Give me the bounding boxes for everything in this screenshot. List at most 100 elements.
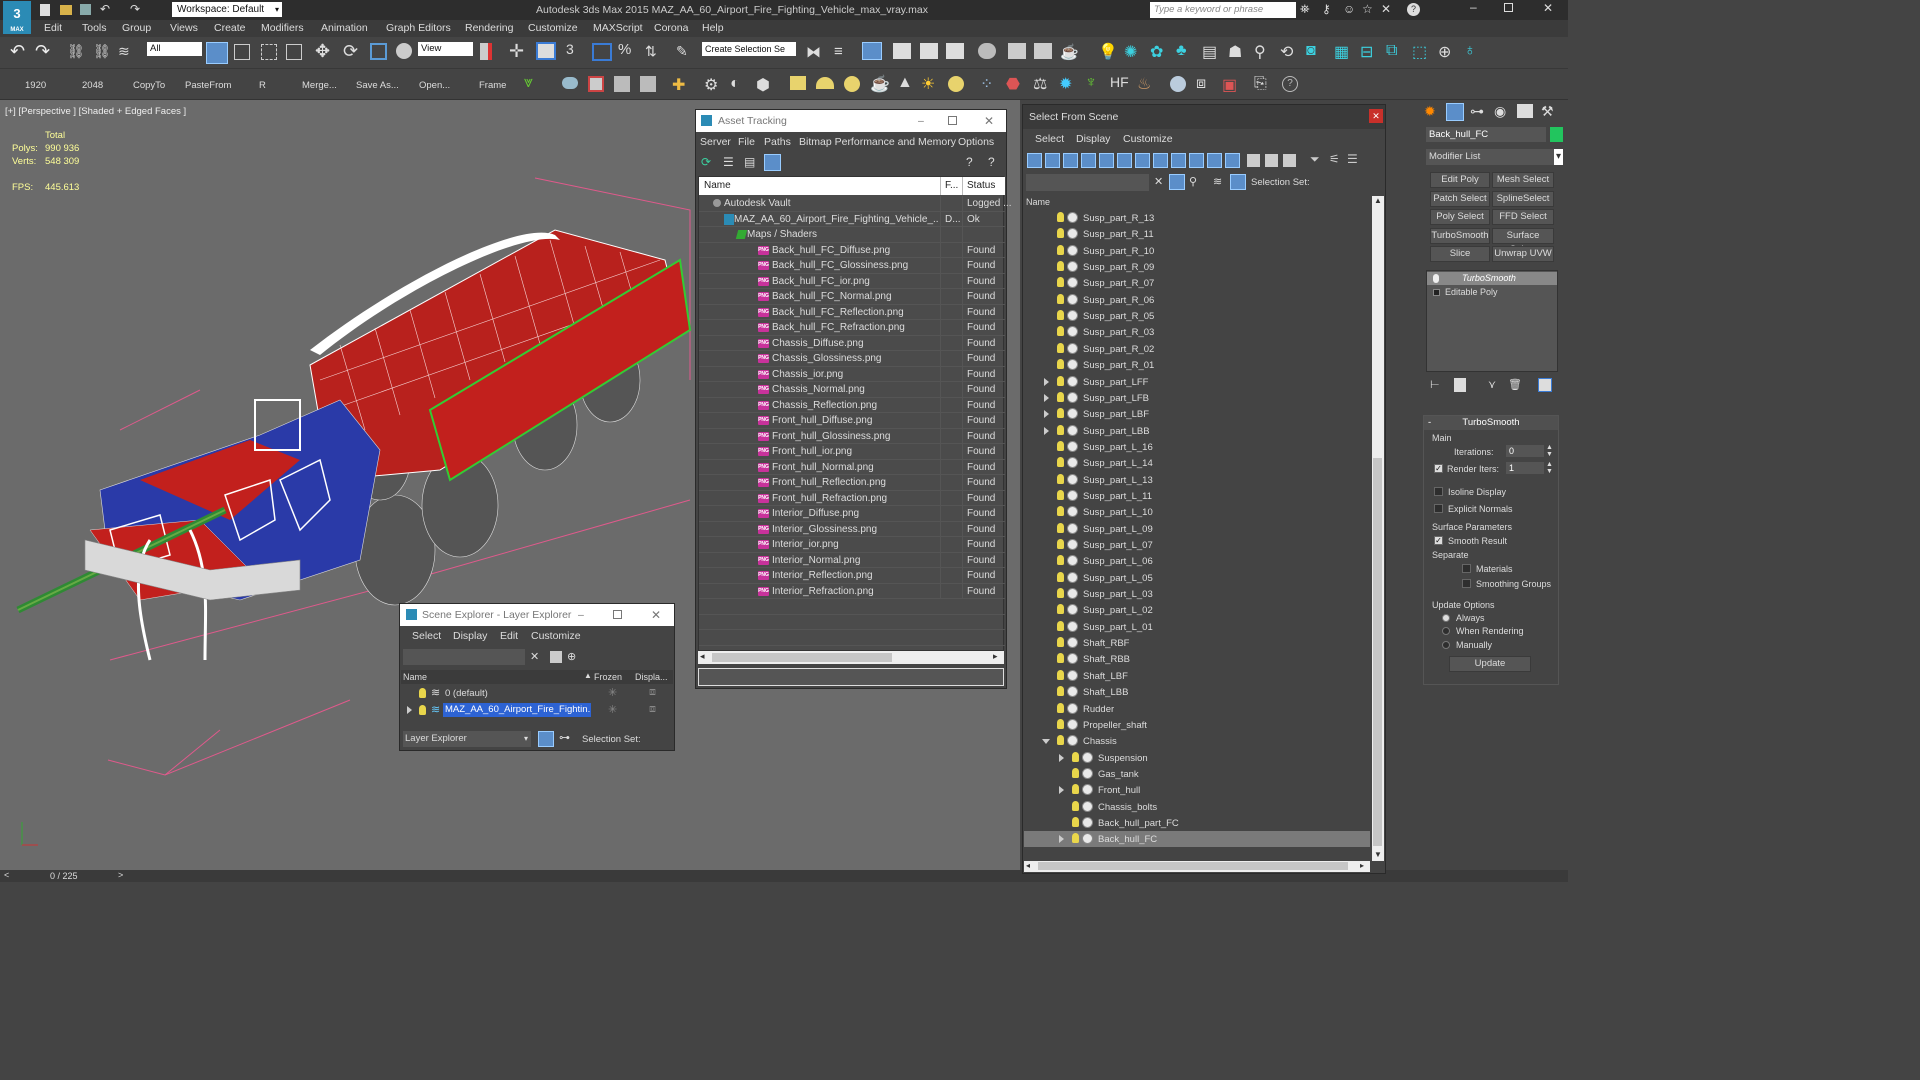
expand-icon[interactable] — [1059, 753, 1064, 762]
asset-row[interactable]: PNG Interior_Normal.png Found — [699, 552, 1005, 568]
reference-coord-dropdown[interactable]: View — [418, 42, 473, 56]
asset-row[interactable]: PNG Front_hull_Reflection.png Found — [699, 475, 1005, 491]
configure-sets-icon[interactable] — [1538, 378, 1552, 392]
when-rendering-radio[interactable] — [1442, 627, 1450, 635]
menu-bitmap-performance[interactable]: Bitmap Performance and Memory — [799, 136, 956, 148]
asset-row[interactable]: PNG Back_hull_FC_Glossiness.png Found — [699, 258, 1005, 274]
light-icon[interactable]: 💡 — [1098, 42, 1118, 62]
asset-row[interactable]: MAZ_AA_60_Airport_Fire_Fighting_Vehicle_… — [699, 211, 1005, 227]
scene-object-row[interactable]: Susp_part_LFF — [1024, 374, 1370, 390]
scene-object-row[interactable]: Chassis — [1024, 733, 1370, 749]
asset-row[interactable]: PNG Interior_Refraction.png Found — [699, 583, 1005, 599]
scene-object-row[interactable]: Shaft_LBF — [1024, 668, 1370, 684]
object-color-swatch[interactable] — [1550, 127, 1563, 142]
minimize-icon[interactable]: – — [578, 604, 584, 626]
helper-icon-5[interactable]: ♨ — [1137, 74, 1151, 94]
table-icon[interactable] — [764, 154, 781, 171]
rendered-frame-icon[interactable] — [1034, 43, 1052, 59]
corona-icon-4[interactable] — [640, 76, 656, 92]
light-bulb-icon[interactable] — [1057, 212, 1064, 222]
asset-row[interactable]: PNG Back_hull_FC_Reflection.png Found — [699, 304, 1005, 320]
asset-row[interactable]: PNG Chassis_Reflection.png Found — [699, 397, 1005, 413]
close-icon[interactable]: ✕ — [1369, 109, 1383, 123]
light-bulb-icon[interactable] — [1057, 277, 1064, 288]
light-bulb-icon[interactable] — [1057, 718, 1064, 729]
layer-row[interactable]: ≋ 0 (default) ✳ ⧈ — [401, 685, 673, 701]
scene-object-row[interactable]: Susp_part_L_03 — [1024, 586, 1370, 602]
scene-object-row[interactable]: Suspension — [1024, 750, 1370, 766]
make-unique-icon[interactable]: ⋎ — [1488, 378, 1496, 391]
modifier-button-patch-select[interactable]: Patch Select — [1430, 190, 1490, 207]
corona-icon-3[interactable] — [614, 76, 630, 92]
double-chevron-icon[interactable]: ⩔ — [524, 74, 533, 92]
pin-stack-icon[interactable]: ⊢ — [1430, 378, 1440, 391]
expand-icon[interactable] — [1059, 786, 1064, 795]
scene-object-row[interactable]: Susp_part_R_01 — [1024, 357, 1370, 373]
hierarchy-toggle-icon[interactable]: ⚲ — [1189, 175, 1197, 188]
material-editor-icon[interactable] — [978, 43, 996, 59]
named-selection-dropdown[interactable]: Create Selection Se — [702, 42, 796, 56]
col-display[interactable]: Displa... — [635, 672, 668, 682]
light-bulb-icon[interactable] — [1057, 506, 1064, 517]
vray-icon-1[interactable]: ✿ — [1150, 42, 1163, 62]
vray-icon-8[interactable]: ▦ — [1334, 42, 1349, 62]
expand-icon[interactable] — [1044, 410, 1049, 419]
vray-icon-13[interactable]: ♁ — [1464, 42, 1476, 60]
menu-create[interactable]: Create — [214, 22, 246, 34]
expand-icon[interactable] — [1044, 426, 1049, 435]
tools-icon[interactable]: ✕ — [1381, 2, 1391, 16]
help-icon[interactable]: ? — [966, 155, 973, 169]
scene-object-row[interactable]: Back_hull_FC — [1024, 831, 1370, 848]
col-name[interactable]: Name — [704, 180, 731, 191]
modifier-button-edit-poly[interactable]: Edit Poly — [1430, 172, 1490, 188]
light-bulb-icon[interactable] — [1057, 620, 1064, 631]
menu-server[interactable]: Server — [700, 136, 731, 148]
menu-help[interactable]: Help — [702, 22, 724, 34]
curve-editor-icon[interactable] — [920, 43, 938, 59]
asset-row[interactable]: PNG Back_hull_FC_Diffuse.png Found — [699, 242, 1005, 258]
menu-maxscript[interactable]: MAXScript — [593, 22, 643, 34]
light-bulb-icon[interactable] — [1072, 816, 1079, 827]
scene-object-row[interactable]: Susp_part_L_13 — [1024, 472, 1370, 488]
menu-display[interactable]: Display — [453, 630, 487, 642]
display-shapes-icon[interactable] — [1045, 153, 1060, 168]
script-btn-1920[interactable]: 1920 — [25, 80, 46, 91]
restore-icon[interactable] — [1504, 3, 1513, 12]
vray-icon-3[interactable]: ▤ — [1202, 42, 1217, 62]
details-icon[interactable]: ▤ — [744, 155, 755, 169]
layer-name-selected[interactable]: MAZ_AA_60_Airport_Fire_Fightin... — [443, 703, 591, 717]
display-hidden-icon[interactable] — [1225, 153, 1240, 168]
script-btn-save-as[interactable]: Save As... — [356, 80, 399, 91]
light-bulb-icon[interactable] — [1057, 604, 1064, 615]
align-icon[interactable]: ≡ — [834, 43, 843, 60]
maximize-icon[interactable] — [948, 116, 957, 125]
search-input[interactable]: Type a keyword or phrase — [1150, 2, 1296, 18]
scene-object-row[interactable]: Susp_part_R_13 — [1024, 210, 1370, 226]
asset-row[interactable]: PNG Chassis_Glossiness.png Found — [699, 351, 1005, 367]
render-tool-icon-1[interactable]: ⧈ — [1196, 75, 1206, 93]
spinner-arrows-icon[interactable]: ▲ ▼ — [1546, 444, 1553, 458]
timeline-next-icon[interactable]: > — [118, 870, 123, 880]
corona-icon-1[interactable] — [562, 77, 578, 89]
stack-item-editable-poly[interactable]: Editable Poly — [1427, 286, 1557, 299]
script-btn-open[interactable]: Open... — [419, 80, 450, 91]
scene-object-row[interactable]: Back_hull_part_FC — [1024, 815, 1370, 831]
scroll-right-icon[interactable]: ▸ — [1360, 861, 1364, 870]
vray-icon-12[interactable]: ⊕ — [1438, 42, 1451, 62]
scene-v-scrollbar[interactable]: ▲ ▼ — [1372, 196, 1384, 861]
menu-paths[interactable]: Paths — [764, 136, 791, 148]
layer-manager-icon[interactable] — [862, 42, 882, 60]
scene-object-row[interactable]: Susp_part_L_14 — [1024, 455, 1370, 471]
percent-snap-icon[interactable]: % — [618, 41, 631, 58]
snap-3d-icon[interactable]: 3 — [566, 41, 574, 57]
expand-plus-icon[interactable] — [1433, 289, 1440, 296]
open-file-icon[interactable] — [60, 5, 72, 15]
selection-filter-dropdown[interactable]: All — [147, 42, 202, 56]
scene-object-row[interactable]: Susp_part_LBB — [1024, 423, 1370, 439]
plane-icon[interactable] — [790, 76, 806, 90]
utilities-tab-icon[interactable]: ⚒ — [1541, 103, 1554, 120]
scene-object-row[interactable]: Susp_part_R_06 — [1024, 292, 1370, 308]
asset-row[interactable]: Autodesk Vault Logged ... — [699, 196, 1011, 212]
star-icon[interactable]: ☆ — [1362, 2, 1373, 16]
timeline-prev-icon[interactable]: < — [4, 870, 9, 880]
